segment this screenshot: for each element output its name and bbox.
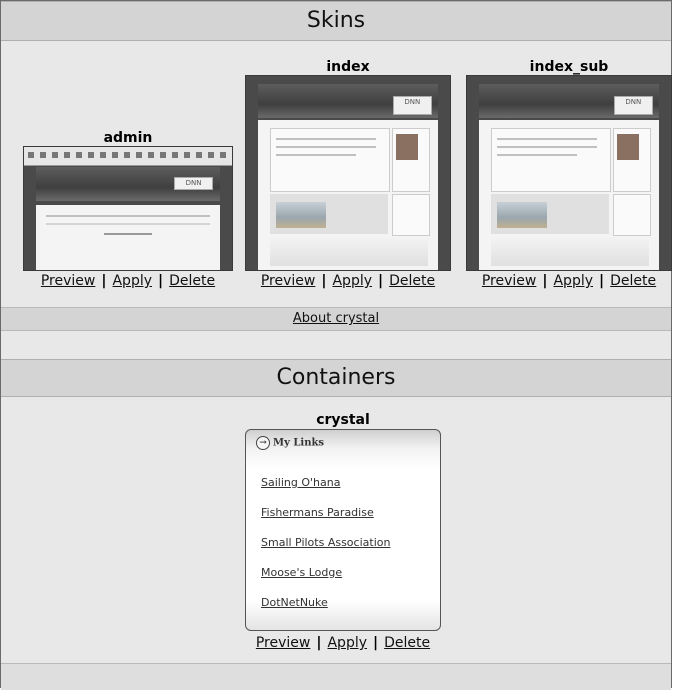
preview-link[interactable]: Preview <box>261 273 316 289</box>
container-preview-link: Sailing O'hana <box>261 476 341 489</box>
delete-link[interactable]: Delete <box>610 273 656 289</box>
skin-index-thumbnail[interactable]: DNN <box>245 75 451 271</box>
arrow-circle-icon: → <box>256 436 270 450</box>
separator: | <box>378 273 384 289</box>
separator: | <box>158 273 164 289</box>
separator: | <box>316 635 322 651</box>
container-preview-link: Fishermans Paradise <box>261 506 374 519</box>
delete-link[interactable]: Delete <box>384 635 430 651</box>
preview-link[interactable]: Preview <box>256 635 311 651</box>
about-skin-link[interactable]: About crystal <box>293 311 379 326</box>
container-crystal: crystal <box>245 411 441 429</box>
separator: | <box>101 273 107 289</box>
container-preview-link: Small Pilots Association <box>261 536 391 549</box>
delete-link[interactable]: Delete <box>389 273 435 289</box>
skin-index-sub-thumbnail[interactable]: DNN <box>466 75 672 271</box>
delete-link[interactable]: Delete <box>169 273 215 289</box>
apply-link[interactable]: Apply <box>553 273 593 289</box>
skin-title: admin <box>103 130 153 146</box>
container-preview-link: Moose's Lodge <box>261 566 343 579</box>
skin-title: index_sub <box>529 59 609 75</box>
apply-link[interactable]: Apply <box>332 273 372 289</box>
skin-admin: admin <box>23 129 233 147</box>
containers-section-header: Containers <box>1 359 671 397</box>
container-crystal-actions: Preview | Apply | Delete <box>245 635 441 651</box>
skin-title: index <box>326 59 370 75</box>
skin-admin-actions: Preview | Apply | Delete <box>23 273 233 289</box>
container-title: crystal <box>316 412 370 428</box>
skin-index-sub-actions: Preview | Apply | Delete <box>466 273 672 289</box>
separator: | <box>542 273 548 289</box>
skin-admin-thumbnail[interactable]: DNN <box>23 146 233 271</box>
container-preview-title-text: My Links <box>273 437 325 449</box>
skin-manager-panel: Skins admin DNN Preview | Apply | Delete ind… <box>0 0 672 690</box>
container-preview-title: → My Links <box>256 436 324 450</box>
skins-section-header: Skins <box>1 1 671 41</box>
bottom-bar <box>1 663 671 690</box>
separator: | <box>373 635 379 651</box>
separator: | <box>321 273 327 289</box>
preview-link[interactable]: Preview <box>41 273 96 289</box>
container-preview-link: DotNetNuke <box>261 596 328 609</box>
apply-link[interactable]: Apply <box>327 635 367 651</box>
skin-index-actions: Preview | Apply | Delete <box>245 273 451 289</box>
preview-link[interactable]: Preview <box>482 273 537 289</box>
separator: | <box>599 273 605 289</box>
skin-index: index <box>245 58 451 76</box>
apply-link[interactable]: Apply <box>112 273 152 289</box>
skin-index-sub: index_sub <box>466 58 672 76</box>
about-bar: About crystal <box>1 307 671 331</box>
container-crystal-thumbnail[interactable]: → My Links Sailing O'hana Fishermans Para… <box>245 429 441 631</box>
